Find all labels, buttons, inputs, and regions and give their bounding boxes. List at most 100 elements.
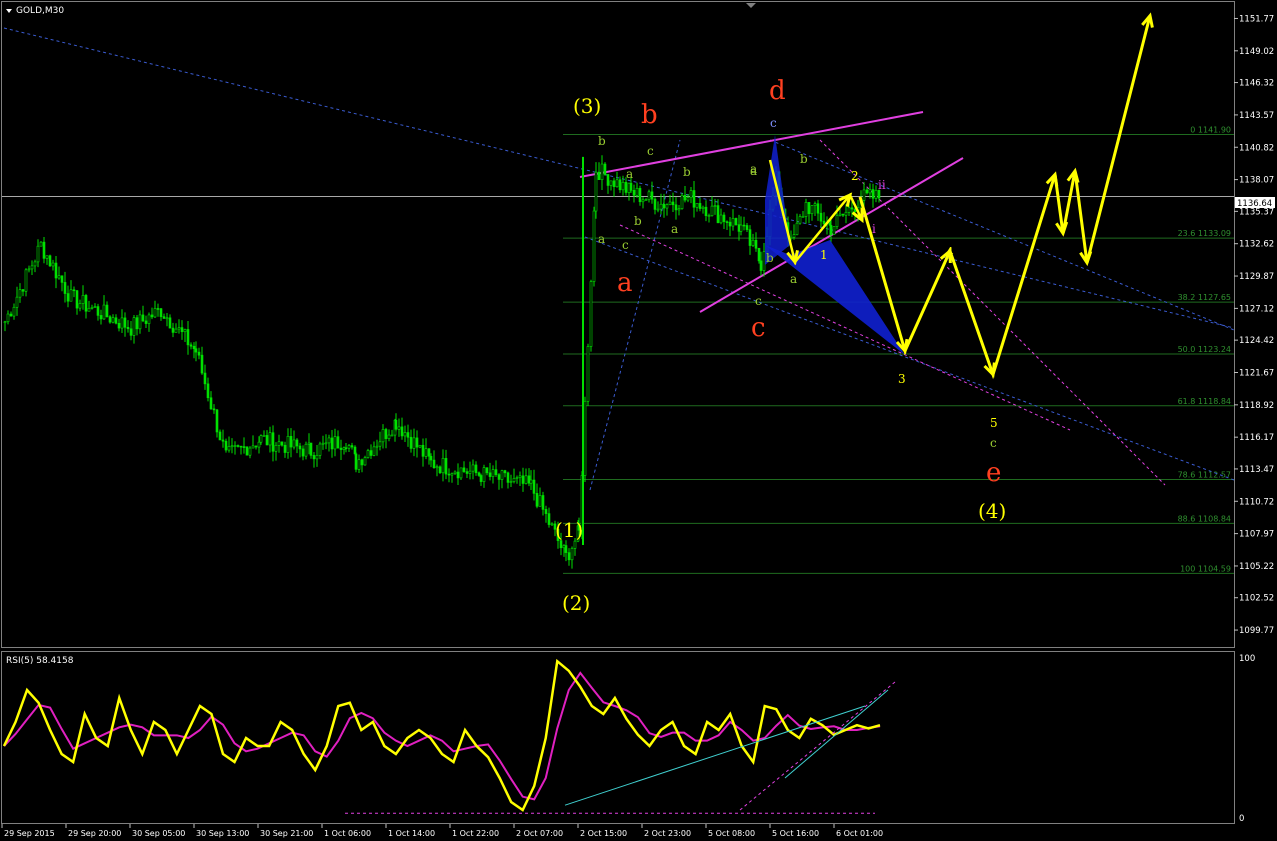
candle-body xyxy=(63,282,67,294)
fib-level-label: 50.0 1123.24 xyxy=(1178,345,1231,354)
candle-body xyxy=(84,295,88,312)
harmonic-pattern-fill xyxy=(765,240,905,355)
candle-body xyxy=(394,419,398,430)
candle-body xyxy=(482,467,486,482)
wave-label: a xyxy=(671,222,678,236)
candle-body xyxy=(695,203,699,208)
candle-body xyxy=(257,441,261,448)
candle-body xyxy=(403,432,407,437)
candle-body xyxy=(135,317,139,330)
candle-body xyxy=(330,437,334,450)
candle-body xyxy=(453,471,457,474)
candle-body xyxy=(751,239,755,246)
candle-body xyxy=(57,275,61,279)
candle-body xyxy=(309,442,313,456)
candle-body xyxy=(503,470,507,474)
candle-body xyxy=(87,308,91,312)
wave-label: (4) xyxy=(978,499,1006,523)
candle-body xyxy=(412,437,416,449)
candle-body xyxy=(862,189,866,201)
candle-body xyxy=(192,345,196,349)
candle-body xyxy=(180,327,184,333)
candle-body xyxy=(372,446,376,456)
candle-body xyxy=(111,317,115,323)
candle-body xyxy=(573,540,577,549)
price-tick-label: 1107.97 xyxy=(1239,530,1274,540)
candle-body xyxy=(339,447,343,450)
candle-body xyxy=(544,509,548,514)
candle-body xyxy=(363,457,367,466)
wave-label: a xyxy=(750,162,757,176)
candle-body xyxy=(535,493,539,507)
candle-body xyxy=(197,351,201,356)
candle-body xyxy=(441,458,445,474)
price-tick-label: 1138.07 xyxy=(1239,176,1274,186)
candle-body xyxy=(719,214,723,224)
projection-arrows xyxy=(768,12,1154,380)
time-tick-label: 5 Oct 16:00 xyxy=(772,829,819,838)
candle-body xyxy=(704,206,708,216)
candle-body xyxy=(209,397,213,410)
candle-body xyxy=(366,450,370,458)
candle-body xyxy=(427,448,431,457)
candle-body xyxy=(390,434,394,437)
candle-body xyxy=(618,179,622,191)
panel-collapse-icon[interactable] xyxy=(746,3,756,8)
candle-body xyxy=(54,262,58,279)
harmonic-pattern-fill-left xyxy=(765,135,790,265)
price-tick-label: 1102.52 xyxy=(1239,594,1274,604)
candle-body xyxy=(644,199,648,201)
candle-body xyxy=(304,443,308,457)
candle-body xyxy=(547,513,551,525)
trend-line-lower xyxy=(584,236,1235,481)
wave-label: c xyxy=(622,238,629,252)
candle-body xyxy=(9,313,13,317)
candle-body xyxy=(506,472,510,483)
candle-body xyxy=(186,329,190,346)
candle-body xyxy=(75,290,79,309)
candle-body xyxy=(45,255,49,259)
candle-body xyxy=(638,188,642,203)
candle-body xyxy=(357,459,361,470)
candle-body xyxy=(277,441,281,446)
candle-body xyxy=(333,436,337,450)
wave-label: c xyxy=(751,313,766,343)
symbol-dropdown-icon[interactable] xyxy=(6,9,12,13)
candle-body xyxy=(804,202,808,217)
price-panel-frame xyxy=(1,1,1235,648)
wave-label: c xyxy=(770,116,777,130)
candle-body xyxy=(432,459,436,469)
candle-body xyxy=(378,441,382,447)
rsi-signal-line xyxy=(3,671,881,801)
candle-body xyxy=(174,328,178,333)
candle-body xyxy=(327,437,331,444)
candle-body xyxy=(603,163,607,175)
candle-body xyxy=(78,303,82,309)
candle-body xyxy=(381,429,385,443)
wave-label: c xyxy=(990,436,997,450)
candle-body xyxy=(592,210,596,282)
candle-body xyxy=(177,327,181,330)
price-tick-label: 1146.32 xyxy=(1239,79,1274,89)
candle-body xyxy=(99,315,103,320)
wave-label: ii xyxy=(878,178,886,192)
time-tick-label: 2 Oct 15:00 xyxy=(580,829,627,838)
candle-body xyxy=(479,475,483,482)
candle-body xyxy=(698,203,702,209)
candle-body xyxy=(12,306,16,317)
candle-body xyxy=(745,225,749,230)
price-tick-label: 1121.67 xyxy=(1239,368,1274,378)
candle-body xyxy=(621,181,625,191)
candle-body xyxy=(60,275,64,283)
candle-body xyxy=(570,548,574,561)
candle-body xyxy=(822,220,826,225)
candle-body xyxy=(734,218,738,225)
candle-body xyxy=(491,469,495,477)
candle-body xyxy=(132,317,136,336)
candle-body xyxy=(138,314,142,330)
candle-body xyxy=(707,215,711,217)
candle-body xyxy=(153,308,157,318)
candle-body xyxy=(656,208,660,211)
candle-body xyxy=(147,314,151,324)
candle-body xyxy=(509,481,513,483)
